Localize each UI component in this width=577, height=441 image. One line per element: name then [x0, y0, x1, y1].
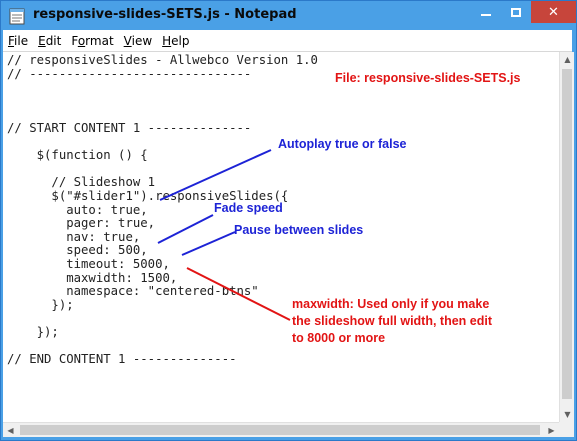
file-name-annotation: File: responsive-slides-SETS.js: [335, 71, 521, 85]
menu-format[interactable]: Format: [66, 34, 118, 48]
vertical-scroll-thumb[interactable]: [562, 69, 572, 399]
fade-speed-annotation: Fade speed: [214, 201, 283, 215]
title-bar[interactable]: responsive-slides-SETS.js - Notepad ✕: [1, 1, 576, 31]
close-button[interactable]: ✕: [531, 1, 576, 23]
menu-edit-accel: E: [38, 33, 46, 48]
menu-help-rest: elp: [171, 33, 190, 48]
menu-help[interactable]: Help: [157, 34, 194, 48]
menu-edit[interactable]: Edit: [33, 34, 66, 48]
vertical-scrollbar[interactable]: ▲ ▼: [559, 52, 574, 422]
resize-grip[interactable]: [559, 422, 574, 437]
menu-file-rest: ile: [14, 33, 29, 48]
pause-annotation: Pause between slides: [234, 223, 364, 237]
scroll-right-icon[interactable]: ▶: [544, 423, 559, 438]
text-editor[interactable]: // responsiveSlides - Allwebco Version 1…: [3, 52, 559, 422]
maxwidth-annotation: maxwidth: Used only if you make the slid…: [292, 297, 492, 345]
autoplay-annotation: Autoplay true or false: [278, 137, 407, 151]
menu-view-rest: iew: [131, 33, 153, 48]
menu-file[interactable]: File: [3, 34, 33, 48]
notepad-icon: [9, 8, 25, 25]
window-title: responsive-slides-SETS.js - Notepad: [33, 7, 297, 22]
horizontal-scrollbar[interactable]: ◀ ▶: [3, 422, 559, 437]
scroll-up-icon[interactable]: ▲: [560, 52, 575, 67]
menu-edit-rest: dit: [45, 33, 62, 48]
scroll-left-icon[interactable]: ◀: [3, 423, 18, 438]
menu-view-accel: V: [123, 33, 132, 48]
menu-bar: File Edit Format View Help: [3, 30, 572, 52]
window-controls: ✕: [471, 1, 576, 23]
horizontal-scroll-thumb[interactable]: [20, 425, 540, 435]
maximize-button[interactable]: [501, 1, 531, 23]
minimize-button[interactable]: [471, 1, 501, 23]
menu-format-rest: rmat: [85, 33, 114, 48]
menu-help-accel: H: [162, 33, 172, 48]
scroll-down-icon[interactable]: ▼: [560, 407, 575, 422]
menu-view[interactable]: View: [119, 34, 157, 48]
